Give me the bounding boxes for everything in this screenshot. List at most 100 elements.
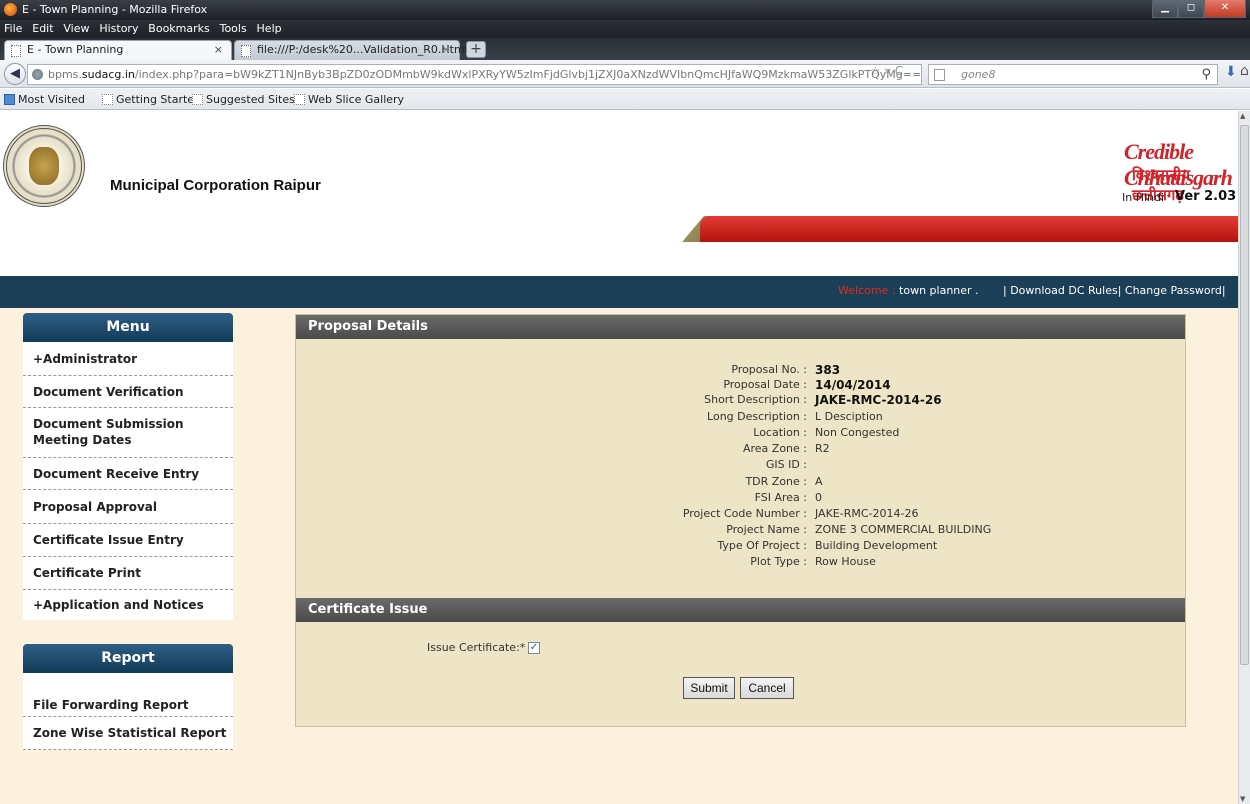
home-icon[interactable]: ⌂	[1240, 63, 1249, 79]
detail-row-gis-id: GIS ID :	[296, 458, 1185, 472]
sidebar-item-certificate-issue-entry[interactable]: Certificate Issue Entry	[23, 524, 233, 557]
search-input[interactable]: gone8 ⚲	[928, 64, 1218, 85]
sidebar-item-zone-wise-statistical-report[interactable]: Zone Wise Statistical Report	[23, 717, 233, 750]
detail-value: L Desciption	[815, 410, 883, 423]
detail-label: Area Zone :	[742, 442, 807, 455]
tab-close-icon[interactable]: ×	[442, 41, 451, 59]
sidebar-item-file-forwarding-report[interactable]: File Forwarding Report	[23, 673, 233, 717]
menu-heading: Menu	[23, 313, 233, 342]
detail-row-project-code-number: Project Code Number : JAKE-RMC-2014-26	[296, 507, 1185, 521]
page-icon	[11, 45, 21, 57]
search-icon[interactable]: ⚲	[1201, 65, 1211, 84]
bookmark-icon	[102, 94, 113, 105]
scroll-down-icon[interactable]: ▼	[1240, 795, 1245, 803]
bookmark-label: Getting Started	[116, 93, 202, 106]
window-titlebar: E - Town Planning - Mozilla Firefox ▁ ◻ …	[0, 0, 1250, 20]
menu-history[interactable]: History	[99, 20, 138, 38]
sidebar-item-administrator[interactable]: +Administrator	[23, 342, 233, 376]
new-tab-button[interactable]: +	[466, 41, 486, 58]
org-name: Municipal Corporation Raipur	[110, 177, 321, 194]
proposal-details-heading: Proposal Details	[296, 315, 1185, 339]
reload-icon[interactable]: C	[895, 64, 907, 78]
sidebar-item-application-notices[interactable]: +Application and Notices	[23, 590, 233, 620]
window-title: E - Town Planning - Mozilla Firefox	[22, 3, 208, 16]
detail-row-area-zone: Area Zone : R2	[296, 442, 1185, 456]
menu-help[interactable]: Help	[257, 20, 282, 38]
detail-label: Type Of Project :	[717, 539, 807, 552]
url-bar[interactable]: bpms.sudacg.in/index.php?para=bW9kZT1NJn…	[27, 64, 922, 85]
detail-row-plot-type: Plot Type : Row House	[296, 555, 1185, 569]
download-icon[interactable]: ⬇	[1225, 64, 1237, 80]
sidebar-item-proposal-approval[interactable]: Proposal Approval	[23, 490, 233, 524]
site-header: Municipal Corporation Raipur Credible Ch…	[0, 111, 1238, 275]
user-links[interactable]: | Download DC Rules| Change Password|	[1003, 284, 1226, 297]
welcome-user: town planner .	[899, 284, 979, 297]
sidebar-item-document-submission-meeting-dates[interactable]: Document Submission Meeting Dates	[23, 408, 233, 458]
scrollbar-thumb[interactable]	[1240, 125, 1249, 665]
detail-label: Location :	[753, 426, 807, 439]
government-emblem-logo	[3, 125, 85, 207]
detail-label: Proposal No. :	[731, 363, 807, 376]
url-actions: ☆▿C	[870, 64, 907, 78]
tab-bar: E - Town Planning × file:///P:/desk%20..…	[0, 38, 1250, 60]
tab-label: E - Town Planning	[27, 43, 124, 56]
detail-row-proposal-date: Proposal Date : 14/04/2014	[296, 378, 1185, 392]
detail-label: Project Code Number :	[682, 507, 807, 520]
bookmark-most-visited[interactable]: Most Visited	[2, 89, 85, 110]
issue-certificate-checkbox[interactable]: ✓	[528, 642, 540, 654]
menu-edit[interactable]: Edit	[32, 20, 53, 38]
bookmark-label: Web Slice Gallery	[308, 93, 405, 106]
detail-value: ZONE 3 COMMERCIAL BUILDING	[815, 523, 992, 536]
detail-value: A	[815, 475, 823, 488]
detail-value: 14/04/2014	[815, 378, 891, 392]
detail-label: Project Name :	[726, 523, 807, 536]
certificate-issue-heading: Certificate Issue	[296, 598, 1185, 622]
in-hindi-link[interactable]: In Hindi	[1122, 191, 1164, 204]
top-nav-links[interactable]: Home | User Guide | Contact Us | About U…	[939, 254, 1228, 267]
sidebar-item-document-receive-entry[interactable]: Document Receive Entry	[23, 458, 233, 490]
sidebar-item-certificate-print[interactable]: Certificate Print	[23, 557, 233, 590]
proposal-panel: Proposal Details Proposal No. : 383 Prop…	[295, 314, 1186, 727]
page-scrollbar[interactable]: ▲ ▼	[1238, 111, 1250, 804]
menu-file[interactable]: File	[4, 20, 22, 38]
detail-value: JAKE-RMC-2014-26	[815, 507, 919, 520]
sidebar-item-document-verification[interactable]: Document Verification	[23, 376, 233, 408]
detail-value: R2	[815, 442, 830, 455]
star-icon[interactable]: ☆	[870, 64, 885, 78]
back-arrow-icon[interactable]: ◀	[4, 63, 26, 85]
detail-label: TDR Zone :	[745, 475, 807, 488]
bookmark-web-slice-gallery[interactable]: Web Slice Gallery	[292, 89, 404, 110]
bookmark-icon	[294, 94, 305, 105]
bookmark-icon	[192, 94, 203, 105]
cancel-button[interactable]: Cancel	[740, 677, 794, 699]
search-engine-icon[interactable]	[934, 69, 945, 81]
minimize-icon[interactable]: ▁	[1152, 0, 1178, 18]
detail-row-project-name: Project Name : ZONE 3 COMMERCIAL BUILDIN…	[296, 523, 1185, 537]
maximize-icon[interactable]: ◻	[1178, 0, 1204, 18]
detail-row-fsi-area: FSI Area : 0	[296, 491, 1185, 505]
page-icon	[241, 45, 251, 57]
detail-row-proposal-no: Proposal No. : 383	[296, 363, 1185, 377]
bookmarks-bar: Most Visited Getting Started Suggested S…	[0, 89, 1250, 110]
menu-tools[interactable]: Tools	[220, 20, 247, 38]
bookmark-suggested-sites[interactable]: Suggested Sites	[190, 89, 295, 110]
bookmark-getting-started[interactable]: Getting Started	[100, 89, 201, 110]
scroll-up-icon[interactable]: ▲	[1240, 112, 1245, 120]
tab-town-planning[interactable]: E - Town Planning ×	[4, 40, 232, 60]
issue-certificate-label: Issue Certificate:*	[427, 641, 526, 654]
close-icon[interactable]: ✕	[1204, 0, 1246, 18]
detail-label: Proposal Date :	[723, 378, 807, 391]
url-path: /index.php?para=bW9kZT1NJnByb3BpZD0zODMm…	[134, 68, 922, 81]
tab-label: file:///P:/desk%20...Validation_R0.Html	[257, 43, 468, 56]
submit-button[interactable]: Submit	[683, 677, 735, 699]
tab-close-icon[interactable]: ×	[214, 41, 223, 59]
menu-bookmarks[interactable]: Bookmarks	[148, 20, 209, 38]
dropdown-icon[interactable]: ▿	[885, 64, 895, 78]
report-heading: Report	[23, 644, 233, 673]
detail-label: Long Description :	[707, 410, 807, 423]
detail-value: Building Development	[815, 539, 938, 552]
detail-label: GIS ID :	[765, 458, 807, 471]
detail-value: JAKE-RMC-2014-26	[815, 393, 942, 407]
menu-view[interactable]: View	[63, 20, 89, 38]
tab-validation-file[interactable]: file:///P:/desk%20...Validation_R0.Html …	[234, 40, 468, 60]
